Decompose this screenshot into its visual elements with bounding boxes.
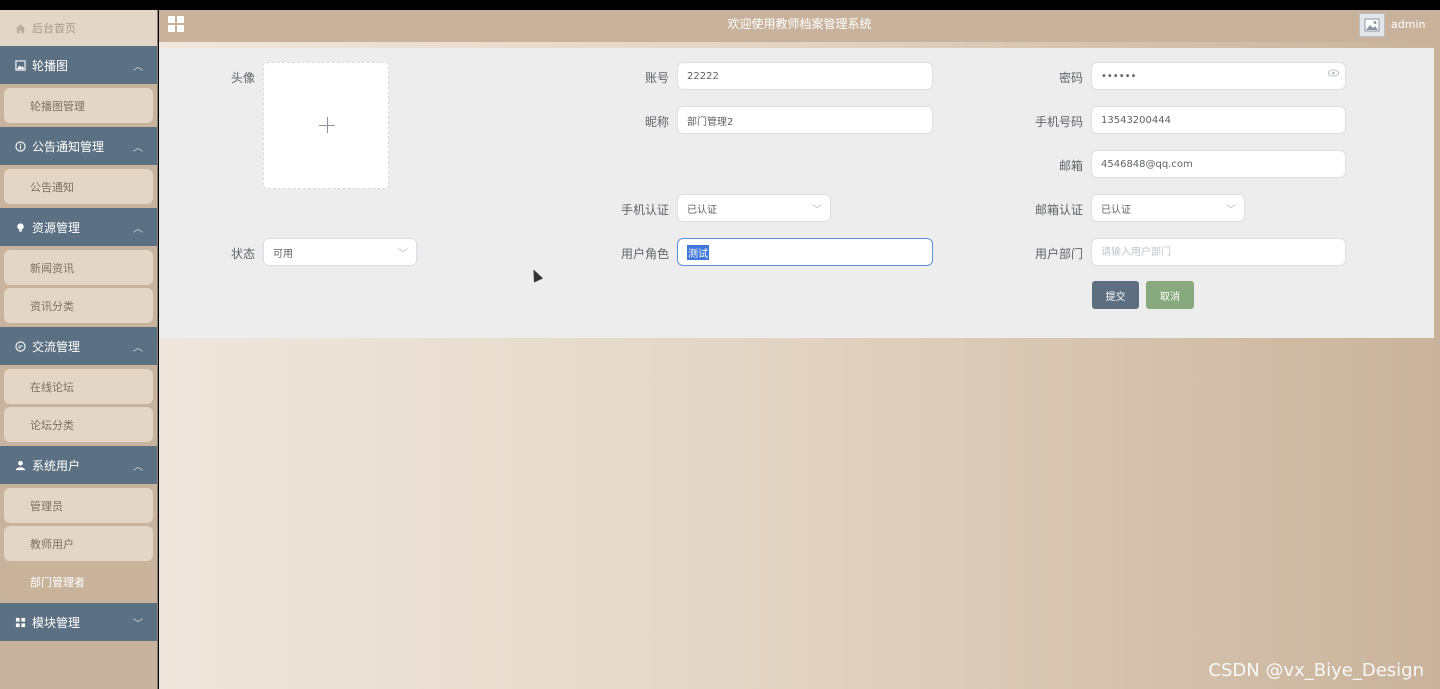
sidebar-group-forum[interactable]: 交流管理 ︿ (0, 327, 157, 365)
account-label: 账号 (644, 71, 669, 85)
sidebar-item-news[interactable]: 新闻资讯 (4, 250, 153, 285)
nickname-input[interactable] (677, 106, 933, 134)
status-label: 状态 (230, 247, 255, 261)
user-name[interactable]: admin (1391, 18, 1425, 31)
email-auth-select[interactable]: 已认证 ﹀ (1091, 194, 1245, 222)
chevron-up-icon: ︿ (133, 461, 143, 473)
sidebar-group-label: 交流管理 (32, 339, 81, 354)
picture-icon (14, 59, 26, 71)
chevron-down-icon: ﹀ (812, 205, 822, 216)
avatar-uploader[interactable] (263, 62, 389, 189)
sidebar-group-label: 模块管理 (32, 615, 81, 630)
status-select[interactable]: 可用 ﹀ (263, 238, 417, 266)
sidebar-item-carousel-manage[interactable]: 轮播图管理 (4, 88, 153, 123)
sidebar-group-notice[interactable]: 公告通知管理 ︿ (0, 127, 157, 165)
avatar-label: 头像 (230, 71, 255, 85)
sidebar-group-users[interactable]: 系统用户 ︿ (0, 446, 157, 484)
email-auth-value: 已认证 (1101, 204, 1131, 216)
chevron-down-icon: ﹀ (1226, 205, 1236, 216)
phone-auth-label: 手机认证 (620, 203, 669, 217)
sidebar-home[interactable]: 后台首页 (0, 10, 157, 46)
grid-icon (14, 616, 26, 628)
password-input[interactable] (1091, 62, 1346, 90)
chevron-down-icon: ﹀ (133, 618, 143, 630)
nickname-label: 昵称 (644, 115, 669, 129)
sidebar-group-modules[interactable]: 模块管理 ﹀ (0, 603, 157, 641)
submit-button[interactable]: 提交 (1092, 281, 1139, 309)
phone-input[interactable] (1091, 106, 1346, 134)
phone-label: 手机号码 (1034, 115, 1083, 129)
password-label: 密码 (1058, 71, 1083, 85)
sidebar: 后台首页 轮播图 ︿ 轮播图管理 公告通知管理 ︿ 公告通知 资源管理 ︿ 新闻… (0, 10, 158, 689)
chevron-up-icon: ︿ (133, 142, 143, 154)
sidebar-home-label: 后台首页 (32, 22, 76, 35)
role-label: 用户角色 (620, 247, 669, 261)
chevron-up-icon: ︿ (133, 223, 143, 235)
sidebar-item-notice[interactable]: 公告通知 (4, 169, 153, 204)
top-header: 欢迎使用教师档案管理系统 admin (159, 10, 1440, 42)
menu-grid-icon[interactable] (168, 16, 184, 32)
cancel-button[interactable]: 取消 (1146, 281, 1194, 309)
role-value: 测试 (687, 244, 709, 260)
home-icon (14, 22, 26, 34)
sidebar-item-forum-category[interactable]: 论坛分类 (4, 407, 153, 442)
email-auth-label: 邮箱认证 (1034, 203, 1083, 217)
sidebar-group-label: 轮播图 (32, 58, 69, 73)
chat-icon (14, 340, 26, 352)
chevron-up-icon: ︿ (133, 342, 143, 354)
eye-icon[interactable] (1328, 69, 1339, 80)
dept-input[interactable] (1091, 238, 1346, 266)
sidebar-group-label: 资源管理 (32, 220, 81, 235)
watermark: CSDN @vx_Biye_Design (1208, 660, 1424, 681)
sidebar-group-resources[interactable]: 资源管理 ︿ (0, 208, 157, 246)
account-input[interactable] (677, 62, 933, 90)
sidebar-item-forum[interactable]: 在线论坛 (4, 369, 153, 404)
sidebar-item-dept-manager[interactable]: 部门管理者 (4, 564, 153, 599)
status-value: 可用 (273, 248, 293, 260)
screen-top-bar (0, 0, 1440, 10)
lightbulb-icon (14, 221, 26, 233)
info-icon (14, 140, 26, 152)
chevron-up-icon: ︿ (133, 61, 143, 73)
phone-auth-select[interactable]: 已认证 ﹀ (677, 194, 831, 222)
sidebar-group-carousel[interactable]: 轮播图 ︿ (0, 46, 157, 84)
image-icon (1364, 18, 1380, 32)
phone-auth-value: 已认证 (687, 204, 717, 216)
dept-label: 用户部门 (1034, 247, 1083, 261)
role-input[interactable]: 测试 (677, 238, 933, 266)
sidebar-item-news-category[interactable]: 资讯分类 (4, 288, 153, 323)
avatar[interactable] (1359, 13, 1385, 37)
user-icon (14, 459, 26, 471)
email-label: 邮箱 (1058, 159, 1083, 173)
email-input[interactable] (1091, 150, 1346, 178)
page-title: 欢迎使用教师档案管理系统 (727, 17, 872, 31)
sidebar-item-teacher-users[interactable]: 教师用户 (4, 526, 153, 561)
sidebar-group-label: 系统用户 (32, 458, 81, 473)
sidebar-item-admin[interactable]: 管理员 (4, 488, 153, 523)
sidebar-group-label: 公告通知管理 (32, 139, 105, 154)
chevron-down-icon: ﹀ (398, 249, 408, 260)
